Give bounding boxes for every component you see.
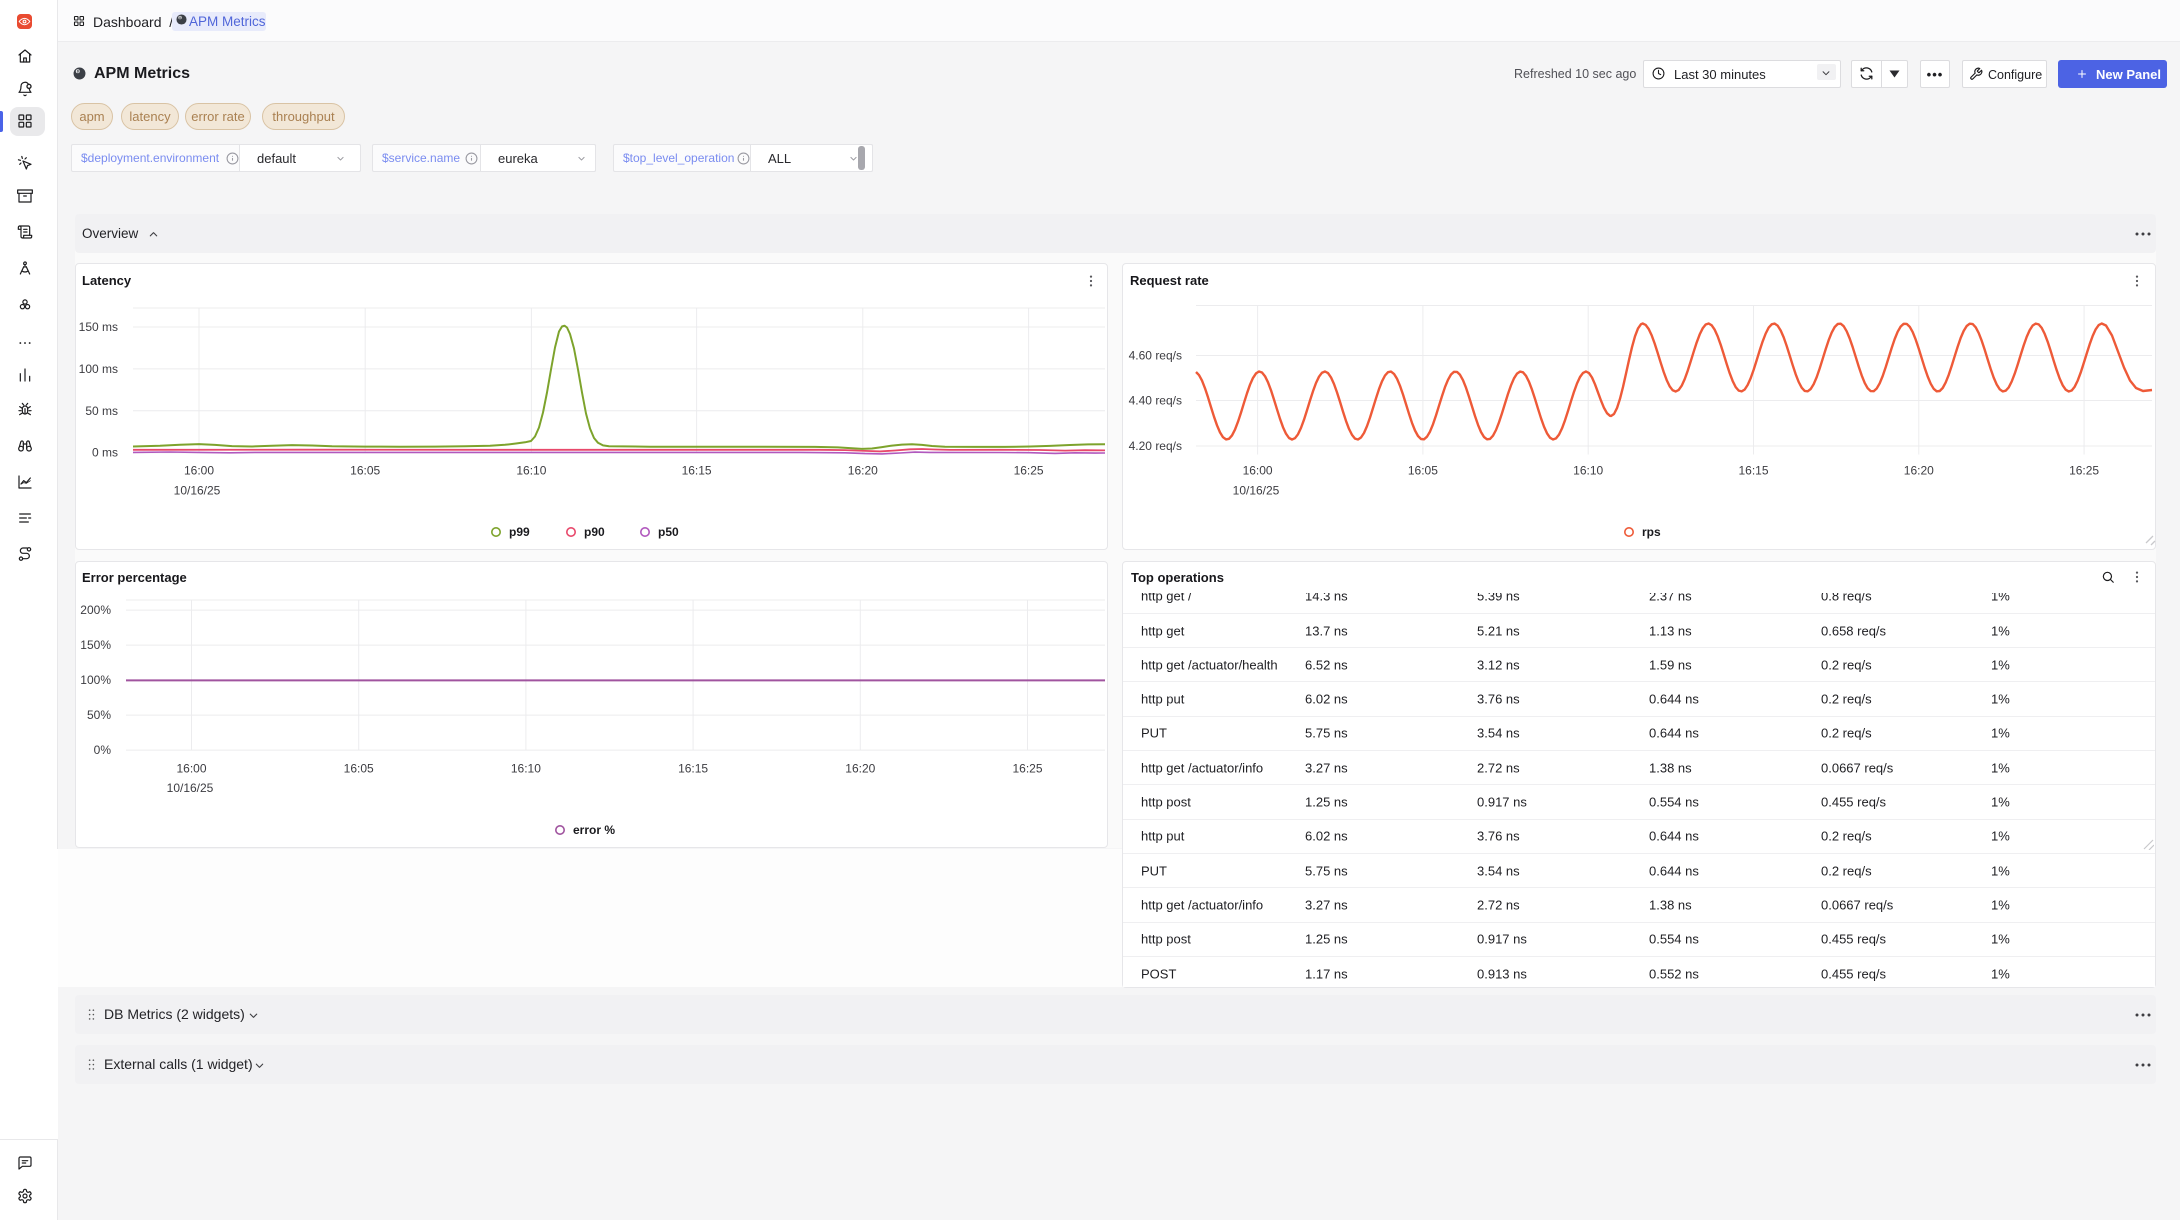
svg-text:4.20 req/s: 4.20 req/s xyxy=(1129,439,1182,453)
svg-text:16:10: 16:10 xyxy=(516,464,546,478)
svg-text:50 ms: 50 ms xyxy=(85,404,118,418)
svg-text:16:05: 16:05 xyxy=(1408,464,1438,478)
svg-text:16:20: 16:20 xyxy=(1904,464,1934,478)
svg-text:16:25: 16:25 xyxy=(1014,464,1044,478)
svg-text:10/16/25: 10/16/25 xyxy=(1233,484,1280,498)
svg-text:4.40 req/s: 4.40 req/s xyxy=(1129,394,1182,408)
svg-text:16:15: 16:15 xyxy=(1738,464,1768,478)
svg-text:10/16/25: 10/16/25 xyxy=(174,484,221,498)
svg-text:p99: p99 xyxy=(509,525,530,539)
svg-text:8: 8 xyxy=(77,70,79,74)
svg-text:16:05: 16:05 xyxy=(350,464,380,478)
svg-text:100 ms: 100 ms xyxy=(79,362,118,376)
svg-text:p50: p50 xyxy=(658,525,679,539)
svg-text:150 ms: 150 ms xyxy=(79,320,118,334)
svg-text:16:20: 16:20 xyxy=(845,762,875,776)
svg-text:16:15: 16:15 xyxy=(678,762,708,776)
svg-text:16:00: 16:00 xyxy=(1243,464,1273,478)
svg-text:150%: 150% xyxy=(80,638,111,652)
svg-text:error %: error % xyxy=(573,823,615,837)
svg-text:8: 8 xyxy=(179,16,181,20)
svg-text:10/16/25: 10/16/25 xyxy=(167,781,214,795)
svg-text:rps: rps xyxy=(1642,525,1661,539)
svg-text:16:00: 16:00 xyxy=(184,464,214,478)
svg-text:100%: 100% xyxy=(80,673,111,687)
svg-text:200%: 200% xyxy=(80,603,111,617)
svg-text:0 ms: 0 ms xyxy=(92,446,118,460)
svg-text:16:15: 16:15 xyxy=(682,464,712,478)
svg-text:16:10: 16:10 xyxy=(1573,464,1603,478)
svg-text:50%: 50% xyxy=(87,708,111,722)
svg-text:0%: 0% xyxy=(94,743,112,757)
svg-text:16:05: 16:05 xyxy=(344,762,374,776)
svg-text:16:10: 16:10 xyxy=(511,762,541,776)
svg-text:16:00: 16:00 xyxy=(176,762,206,776)
svg-text:4.60 req/s: 4.60 req/s xyxy=(1129,349,1182,363)
svg-text:16:20: 16:20 xyxy=(848,464,878,478)
svg-text:p90: p90 xyxy=(584,525,605,539)
svg-text:16:25: 16:25 xyxy=(1012,762,1042,776)
svg-text:16:25: 16:25 xyxy=(2069,464,2099,478)
